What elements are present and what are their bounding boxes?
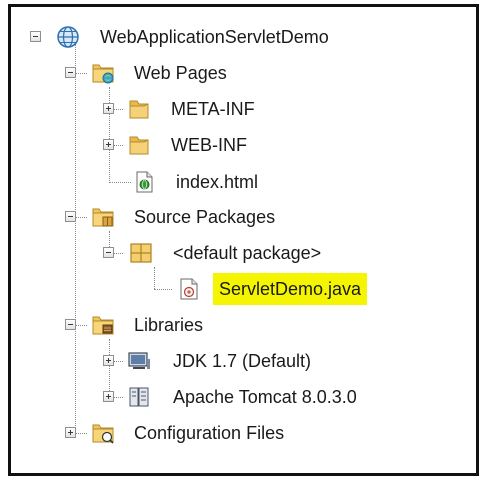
tree-node-label: WebApplicationServletDemo — [100, 27, 329, 47]
tree-node-label: Configuration Files — [134, 423, 285, 443]
expand-toggle[interactable] — [65, 427, 76, 438]
library-folder-icon — [91, 313, 115, 337]
server-library-icon — [127, 385, 151, 409]
tree-node-meta-inf[interactable]: META-INF — [11, 93, 476, 125]
tree-node-apache-tomcat[interactable]: Apache Tomcat 8.0.3.0 — [11, 381, 476, 413]
collapse-toggle[interactable] — [65, 67, 76, 78]
expand-toggle[interactable] — [103, 139, 114, 150]
tree-node-libraries[interactable]: Libraries — [11, 309, 476, 341]
tree-node-servletdemo-java[interactable]: ServletDemo.java — [11, 273, 476, 305]
tree-node-label: Web Pages — [134, 63, 227, 83]
tree-node-label: JDK 1.7 (Default) — [173, 351, 312, 371]
tree-node-configuration-files[interactable]: Configuration Files — [11, 417, 476, 449]
tree-node-web-inf[interactable]: WEB-INF — [11, 129, 476, 161]
expand-toggle[interactable] — [103, 355, 114, 366]
web-folder-icon — [91, 61, 115, 85]
tree-node-label: META-INF — [171, 99, 255, 119]
tree-node-label: Apache Tomcat 8.0.3.0 — [173, 387, 357, 407]
tree-node-label: Libraries — [134, 315, 204, 335]
tree-node-project-root[interactable]: WebApplicationServletDemo — [11, 21, 476, 53]
package-icon — [129, 241, 153, 265]
tree-node-label: Source Packages — [134, 207, 276, 227]
folder-icon — [127, 97, 151, 121]
collapse-toggle[interactable] — [30, 31, 41, 42]
folder-icon — [127, 133, 151, 157]
collapse-toggle[interactable] — [65, 211, 76, 222]
expand-toggle[interactable] — [103, 103, 114, 114]
collapse-toggle[interactable] — [65, 319, 76, 330]
tree-node-index-html[interactable]: index.html — [11, 166, 476, 198]
java-file-icon — [177, 277, 201, 301]
expand-toggle[interactable] — [103, 391, 114, 402]
package-folder-icon — [91, 205, 115, 229]
jdk-icon — [127, 349, 151, 373]
tree-node-label: <default package> — [173, 243, 322, 263]
tree-node-label: WEB-INF — [171, 135, 247, 155]
tree-node-source-packages[interactable]: Source Packages — [11, 201, 476, 233]
tree-node-label: index.html — [176, 172, 259, 192]
collapse-toggle[interactable] — [103, 247, 114, 258]
tree-node-default-package[interactable]: <default package> — [11, 237, 476, 269]
globe-icon — [56, 25, 80, 49]
project-tree: WebApplicationServletDemo Web Pages META… — [11, 7, 476, 473]
html-file-icon — [132, 170, 156, 194]
tree-node-label: ServletDemo.java — [213, 273, 368, 305]
config-folder-icon — [91, 421, 115, 445]
tree-node-web-pages[interactable]: Web Pages — [11, 57, 476, 89]
tree-node-jdk[interactable]: JDK 1.7 (Default) — [11, 345, 476, 377]
projects-panel: WebApplicationServletDemo Web Pages META… — [8, 4, 479, 476]
